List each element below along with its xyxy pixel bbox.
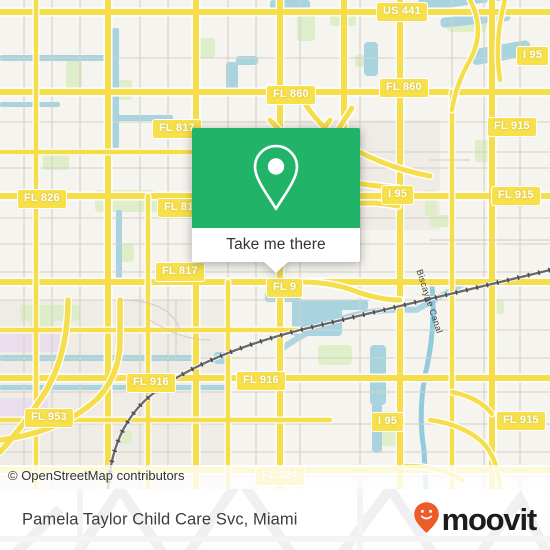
road-shield-label: I 95 [388,188,408,200]
road-shield: FL 915 [496,411,546,431]
moovit-place-map-screenshot: US 441 I 95 FL 860 FL 860 FL 915 FL 817 … [0,0,550,550]
road-shield: I 95 [371,412,405,432]
moovit-pin-smiley-icon [413,501,440,539]
popup-cta-label: Take me there [226,236,326,253]
road-shield-label: I 95 [523,49,543,61]
map-pin-icon [248,142,304,214]
popup-cta[interactable]: Take me there [192,228,360,262]
road-shield: FL 953 [24,408,74,428]
road-shield-label: FL 915 [498,189,534,201]
footer-bar: Pamela Taylor Child Care Svc, Miami moov… [0,489,550,550]
road-shield: FL 826 [17,189,67,209]
road-shield-label: FL 953 [31,411,67,423]
place-title: Pamela Taylor Child Care Svc, Miami [22,510,298,529]
road-shield-label: FL 916 [133,376,169,388]
road-shield: FL 860 [379,78,429,98]
road-shield: I 95 [516,46,550,66]
road-shield-label: FL 9 [273,281,297,293]
road-shield: FL 9 [266,278,304,298]
road-shield-label: FL 860 [273,88,309,100]
road-shield-label: FL 915 [503,414,539,426]
place-title-text: Pamela Taylor Child Care Svc, Miami [22,510,298,528]
road-shield-label: I 95 [378,415,398,427]
road-shield: FL 915 [491,186,541,206]
road-shield: FL 916 [126,373,176,393]
road-shield-label: US 441 [383,5,421,17]
road-shield-label: FL 817 [162,265,198,277]
road-shield: FL 817 [155,262,205,282]
map-viewport[interactable]: US 441 I 95 FL 860 FL 860 FL 915 FL 817 … [0,0,550,489]
moovit-brand[interactable]: moovit [413,501,538,539]
road-shield: FL 860 [266,85,316,105]
road-shield-label: FL 817 [159,122,195,134]
road-shield-label: FL 826 [24,192,60,204]
popup-header [192,128,360,228]
map-attribution[interactable]: © OpenStreetMap contributors [0,465,550,489]
road-shield: FL 915 [487,117,537,137]
popup-pointer-tail [264,262,288,273]
road-shield: FL 916 [236,371,286,391]
road-shield-label: FL 915 [494,120,530,132]
road-shield-label: FL 916 [243,374,279,386]
road-shield: I 95 [381,185,415,205]
road-shield-label: FL 860 [386,81,422,93]
place-popup-card[interactable]: Take me there [192,128,360,273]
map-attribution-text: © OpenStreetMap contributors [8,468,185,484]
road-shield: US 441 [376,2,428,22]
moovit-wordmark: moovit [441,502,538,537]
